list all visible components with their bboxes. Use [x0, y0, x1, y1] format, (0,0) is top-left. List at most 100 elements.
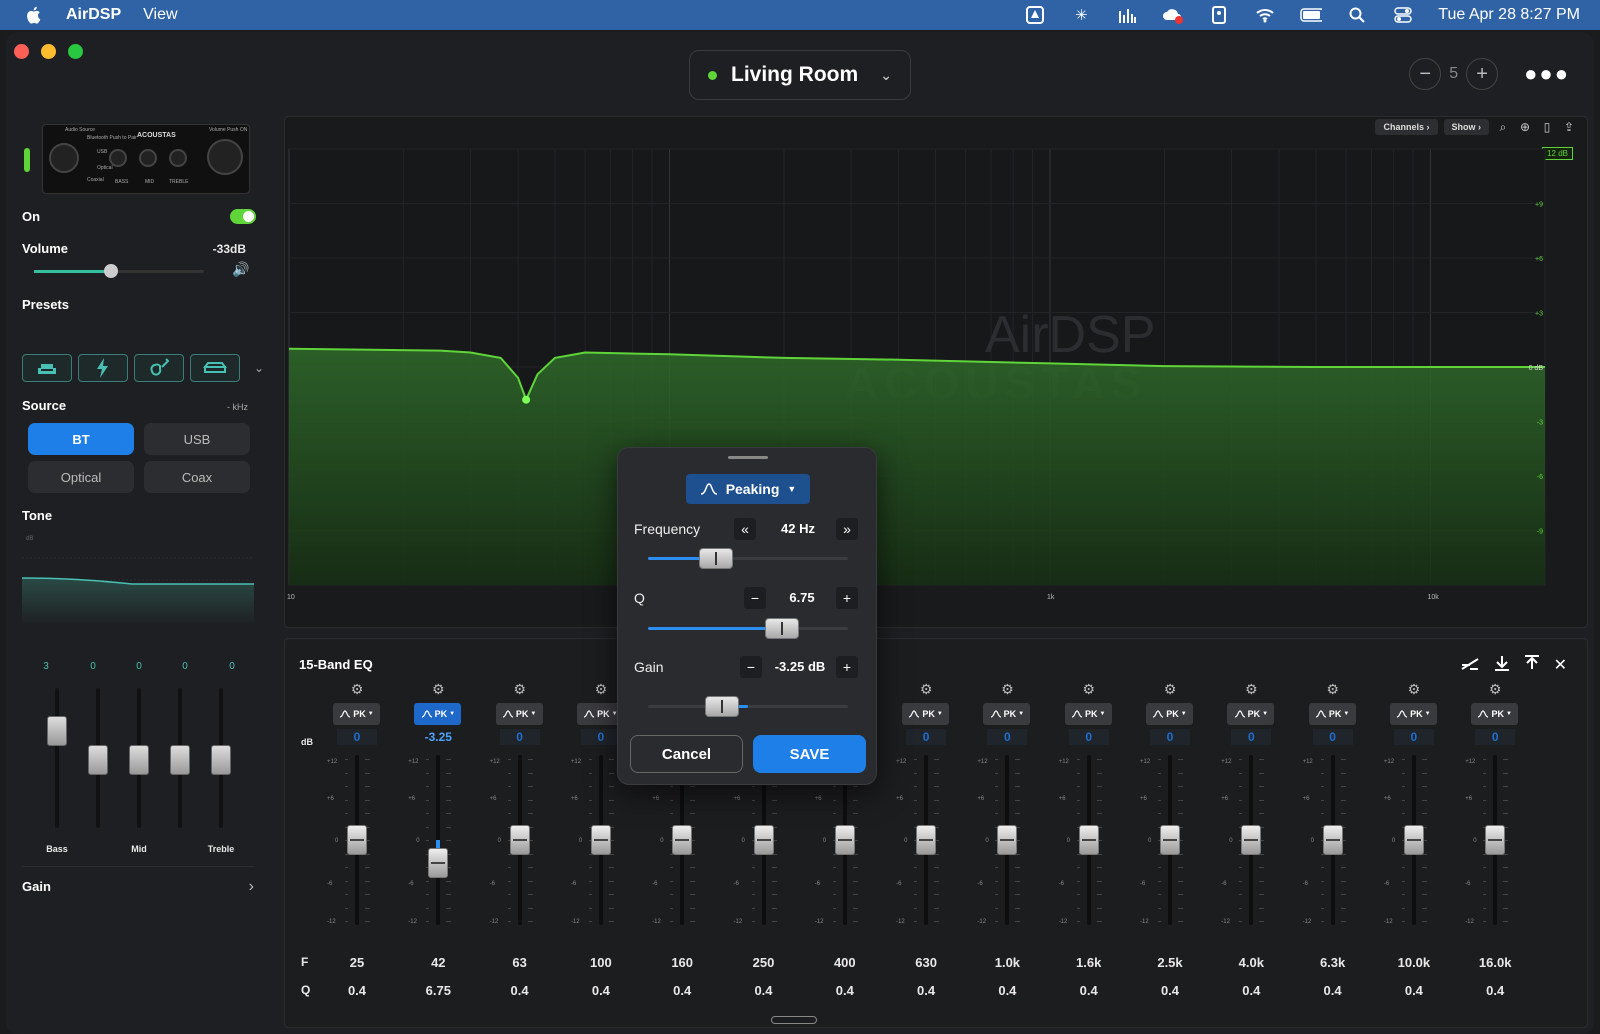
band-fader-thumb[interactable] [997, 825, 1018, 855]
tone-fader[interactable] [170, 688, 190, 828]
gear-icon[interactable]: ⚙ [512, 681, 528, 698]
close-window-button[interactable] [14, 44, 29, 59]
band-frequency[interactable]: 42 [398, 955, 478, 970]
power-toggle[interactable] [230, 209, 256, 224]
band-type-button[interactable]: PK▼ [983, 703, 1031, 725]
band-q[interactable]: 0.4 [1130, 983, 1210, 998]
band-gain-value[interactable]: 0 [1393, 729, 1434, 745]
band-fader-thumb[interactable] [428, 848, 449, 879]
minimize-window-button[interactable] [41, 44, 56, 59]
gear-icon[interactable]: ⚙ [349, 681, 365, 698]
band-gain-value[interactable]: 0 [1231, 729, 1272, 745]
band-q[interactable]: 0.4 [1211, 983, 1291, 998]
band-frequency[interactable]: 25 [317, 955, 397, 970]
band-frequency[interactable]: 630 [886, 955, 966, 970]
band-fader-thumb[interactable] [834, 825, 855, 855]
band-q[interactable]: 0.4 [1374, 983, 1454, 998]
upload-icon[interactable] [1524, 655, 1540, 676]
band-type-button[interactable]: PK▼ [1308, 703, 1356, 725]
gear-icon[interactable]: ⚙ [1081, 681, 1097, 698]
band-gain-value[interactable]: 0 [987, 729, 1028, 745]
frequency-slider[interactable] [648, 548, 848, 569]
band-type-button[interactable]: PK▼ [902, 703, 950, 725]
control-center-icon[interactable] [1392, 6, 1414, 24]
source-optical-button[interactable]: Optical [28, 461, 134, 493]
gain-value[interactable]: -3.25 dB [766, 659, 834, 674]
band-frequency[interactable]: 400 [805, 955, 885, 970]
tone-fader[interactable] [88, 688, 108, 828]
drive-icon[interactable] [1024, 6, 1046, 24]
q-value[interactable]: 6.75 [774, 590, 830, 605]
band-type-button[interactable]: PK▼ [495, 703, 543, 725]
band-type-button[interactable]: PK▼ [1064, 703, 1112, 725]
band-type-button[interactable]: PK▼ [414, 703, 462, 725]
band-fader-thumb[interactable] [672, 825, 693, 855]
band-q[interactable]: 0.4 [561, 983, 641, 998]
freq-step-up-button[interactable]: » [836, 518, 858, 540]
wifi-icon[interactable] [1254, 6, 1276, 24]
decrease-button[interactable]: − [1409, 58, 1442, 90]
q-increase-button[interactable]: + [836, 587, 858, 609]
fader-thumb[interactable] [47, 716, 67, 746]
preset-sofa-icon[interactable] [22, 354, 72, 382]
band-gain-value[interactable]: 0 [906, 729, 947, 745]
gear-icon[interactable]: ⚙ [1487, 681, 1503, 698]
presets-chevron-icon[interactable]: ⌄ [254, 361, 264, 375]
room-selector[interactable]: Living Room ⌄ [689, 50, 911, 100]
source-bt-button[interactable]: BT [28, 423, 134, 455]
band-q[interactable]: 0.4 [724, 983, 804, 998]
band-q[interactable]: 0.4 [1293, 983, 1373, 998]
band-type-button[interactable]: PK▼ [1389, 703, 1437, 725]
gain-slider[interactable] [648, 696, 848, 717]
apple-icon[interactable] [22, 6, 44, 24]
band-fader-thumb[interactable] [347, 825, 367, 855]
close-icon[interactable]: ✕ [1554, 655, 1567, 676]
band-fader-thumb[interactable] [1160, 825, 1180, 855]
band-fader-thumb[interactable] [1078, 825, 1099, 855]
band-frequency[interactable]: 16.0k [1455, 955, 1535, 970]
fader-thumb[interactable] [88, 745, 108, 775]
band-frequency[interactable]: 63 [480, 955, 560, 970]
clock[interactable]: Tue Apr 28 8:27 PM [1438, 6, 1580, 24]
band-gain-value[interactable]: 0 [1150, 729, 1190, 745]
gear-icon[interactable]: ⚙ [1325, 681, 1341, 698]
band-fader-thumb[interactable] [1403, 825, 1424, 855]
gear-icon[interactable]: ⚙ [593, 681, 609, 698]
band-frequency[interactable]: 250 [724, 955, 804, 970]
eq-graph[interactable]: Channels › Show › ⌕ ⊕ ▯ ⇪ 12 dB AirDSPAC… [284, 116, 1588, 628]
band-frequency[interactable]: 4.0k [1211, 955, 1291, 970]
band-gain-value[interactable]: 0 [580, 729, 621, 745]
gear-icon[interactable]: ⚙ [430, 681, 446, 698]
source-usb-button[interactable]: USB [144, 423, 250, 455]
band-frequency[interactable]: 1.0k [967, 955, 1047, 970]
preset-car-icon[interactable] [190, 354, 240, 382]
band-type-button[interactable]: PK▼ [1471, 703, 1519, 725]
band-gain-value[interactable]: 0 [1312, 729, 1353, 745]
band-fader-thumb[interactable] [509, 825, 530, 855]
band-q[interactable]: 0.4 [886, 983, 966, 998]
audio-meter-icon[interactable] [1116, 6, 1138, 24]
band-frequency[interactable]: 160 [642, 955, 722, 970]
band-fader-thumb[interactable] [916, 825, 937, 855]
band-gain-value[interactable]: -3.25 [418, 729, 458, 745]
band-frequency[interactable]: 2.5k [1130, 955, 1210, 970]
band-q[interactable]: 0.4 [317, 983, 397, 998]
drag-handle[interactable] [728, 456, 768, 459]
band-frequency[interactable]: 10.0k [1374, 955, 1454, 970]
band-gain-value[interactable]: 0 [1475, 729, 1516, 745]
gain-increase-button[interactable]: + [836, 656, 858, 678]
save-button[interactable]: SAVE [753, 735, 866, 773]
band-q[interactable]: 0.4 [642, 983, 722, 998]
band-fader-track[interactable] [436, 755, 441, 925]
band-q[interactable]: 6.75 [398, 983, 478, 998]
preset-lightning-icon[interactable] [78, 354, 128, 382]
q-thumb[interactable] [765, 618, 799, 639]
gear-icon[interactable]: ⚙ [999, 681, 1015, 698]
band-gain-value[interactable]: 0 [499, 729, 540, 745]
band-type-button[interactable]: PK▼ [333, 703, 380, 725]
band-type-button[interactable]: PK▼ [1227, 703, 1275, 725]
spotlight-search-icon[interactable] [1346, 6, 1368, 24]
zoom-window-button[interactable] [68, 44, 83, 59]
source-coax-button[interactable]: Coax [144, 461, 250, 493]
band-type-button[interactable]: PK▼ [1146, 703, 1193, 725]
